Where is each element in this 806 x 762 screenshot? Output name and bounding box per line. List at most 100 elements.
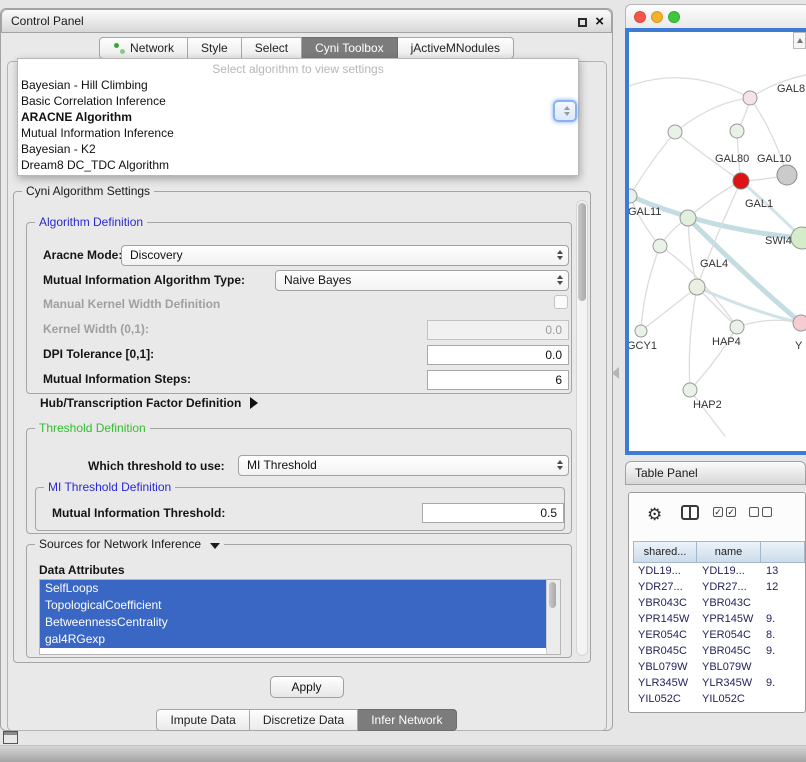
algorithm-combo-focus-ring[interactable] bbox=[553, 100, 577, 122]
table-row[interactable]: YDR27...YDR27...12 bbox=[633, 579, 805, 595]
network-node[interactable] bbox=[777, 165, 797, 185]
network-node[interactable] bbox=[635, 325, 647, 337]
algorithm-option[interactable]: Dream8 DC_TDC Algorithm bbox=[18, 157, 578, 173]
column-header[interactable] bbox=[761, 541, 805, 563]
network-node[interactable] bbox=[793, 315, 806, 331]
table-row[interactable]: YIL052CYIL052C bbox=[633, 691, 805, 707]
network-edge bbox=[697, 287, 801, 323]
zoom-traffic-light[interactable] bbox=[668, 11, 680, 23]
combo-arrows-icon bbox=[557, 460, 563, 470]
deselect-all-columns-icon[interactable] bbox=[749, 507, 772, 517]
tab-select[interactable]: Select bbox=[242, 37, 302, 59]
network-node-label: GAL80 bbox=[715, 153, 749, 165]
network-node[interactable] bbox=[689, 279, 705, 295]
algorithm-option[interactable]: ARACNE Algorithm bbox=[18, 109, 578, 125]
table-row[interactable]: YPR145WYPR145W9. bbox=[633, 611, 805, 627]
mini-titlebar bbox=[4, 732, 17, 735]
network-edge bbox=[690, 390, 725, 436]
network-node[interactable] bbox=[730, 124, 744, 138]
attribute-item[interactable]: BetweennessCentrality bbox=[40, 614, 547, 631]
sources-title-text: Sources for Network Inference bbox=[39, 537, 201, 551]
attributes-scrollbar[interactable] bbox=[546, 580, 560, 654]
split-divider-handle[interactable] bbox=[612, 367, 619, 379]
sources-group-title[interactable]: Sources for Network Inference bbox=[35, 537, 224, 551]
algorithm-option[interactable]: Bayesian - Hill Climbing bbox=[18, 77, 578, 93]
table-settings-gear-icon[interactable]: ⚙ bbox=[647, 505, 662, 525]
control-panel-tabbar: NetworkStyleSelectCyni ToolboxjActiveMNo… bbox=[1, 37, 612, 59]
data-attributes-list[interactable]: SelfLoopsTopologicalCoefficientBetweenne… bbox=[39, 579, 561, 655]
network-node[interactable] bbox=[625, 189, 637, 203]
mi-algorithm-type-value: Naive Bayes bbox=[284, 271, 351, 290]
float-window-icon[interactable] bbox=[578, 18, 587, 27]
network-node[interactable] bbox=[743, 91, 757, 105]
manual-kernel-checkbox[interactable] bbox=[554, 295, 568, 309]
select-all-columns-icon[interactable]: ✓ ✓ bbox=[713, 507, 736, 517]
network-node[interactable] bbox=[680, 210, 696, 226]
algorithm-option[interactable]: Basic Correlation Inference bbox=[18, 93, 578, 109]
network-scroll-up-button[interactable] bbox=[793, 32, 806, 49]
dpi-tolerance-field[interactable]: 0.0 bbox=[427, 345, 569, 365]
threshold-definition-group: Threshold Definition Which threshold to … bbox=[26, 428, 572, 534]
network-canvas[interactable]: GAL8GAL80GAL10GAL11GAL1SWI4GAL4GCY1HAP4Y… bbox=[625, 28, 806, 455]
algorithm-option[interactable]: Mutual Information Inference bbox=[18, 125, 578, 141]
tab-impute-data[interactable]: Impute Data bbox=[156, 709, 249, 731]
column-selector-icon[interactable] bbox=[681, 505, 699, 520]
network-node-label: GAL10 bbox=[757, 153, 791, 165]
mi-algorithm-type-combo[interactable]: Naive Bayes bbox=[275, 270, 569, 291]
tab-jactivemnodules[interactable]: jActiveMNodules bbox=[398, 37, 514, 59]
algorithm-dropdown-placeholder: Select algorithm to view settings bbox=[18, 61, 578, 77]
table-row[interactable]: YBL079WYBL079W bbox=[633, 659, 805, 675]
apply-button[interactable]: Apply bbox=[270, 676, 344, 698]
table-row[interactable]: YDL19...YDL19...13 bbox=[633, 563, 805, 579]
attribute-item[interactable]: TopologicalCoefficient bbox=[40, 597, 547, 614]
network-node[interactable] bbox=[668, 125, 682, 139]
table-cell: YPR145W bbox=[633, 611, 697, 627]
table-cell: YBL079W bbox=[633, 659, 697, 675]
table-panel-titlebar[interactable]: Table Panel bbox=[625, 461, 806, 485]
network-node[interactable] bbox=[730, 320, 744, 334]
tab-cyni-toolbox[interactable]: Cyni Toolbox bbox=[302, 37, 397, 59]
table-row[interactable]: YBR045CYBR045C9. bbox=[633, 643, 805, 659]
settings-scrollbar[interactable] bbox=[576, 200, 588, 656]
aracne-mode-value: Discovery bbox=[130, 246, 183, 265]
network-node-label: GAL4 bbox=[700, 258, 728, 270]
tab-style[interactable]: Style bbox=[188, 37, 242, 59]
network-node[interactable] bbox=[733, 173, 749, 189]
attribute-item[interactable]: SelfLoops bbox=[40, 580, 547, 597]
tab-discretize-data[interactable]: Discretize Data bbox=[250, 709, 358, 731]
control-panel-titlebar[interactable]: Control Panel × bbox=[1, 9, 612, 33]
minimized-window-icon[interactable] bbox=[3, 731, 18, 744]
table-cell: YLR345W bbox=[697, 675, 761, 691]
column-header[interactable]: shared... bbox=[633, 541, 697, 563]
attribute-item[interactable]: gal4RGexp bbox=[40, 631, 547, 648]
table-cell: YLR345W bbox=[633, 675, 697, 691]
which-threshold-combo[interactable]: MI Threshold bbox=[238, 455, 569, 476]
table-cell: YPR145W bbox=[697, 611, 761, 627]
scrollbar-thumb[interactable] bbox=[578, 203, 586, 301]
column-header[interactable]: name bbox=[697, 541, 761, 563]
minimize-traffic-light[interactable] bbox=[651, 11, 663, 23]
network-node-label: GCY1 bbox=[627, 340, 657, 352]
scrollbar-thumb[interactable] bbox=[549, 582, 556, 608]
mi-threshold-field[interactable]: 0.5 bbox=[422, 503, 564, 523]
network-node[interactable] bbox=[683, 383, 697, 397]
up-arrow-icon bbox=[797, 38, 803, 43]
table-row[interactable]: YLR345WYLR345W9. bbox=[633, 675, 805, 691]
mi-threshold-label: Mutual Information Threshold: bbox=[52, 506, 225, 520]
table-row[interactable]: YER054CYER054C8. bbox=[633, 627, 805, 643]
network-node[interactable] bbox=[653, 239, 667, 253]
tab-network[interactable]: Network bbox=[99, 37, 188, 59]
table-cell: 12 bbox=[761, 579, 805, 595]
close-traffic-light[interactable] bbox=[634, 11, 646, 23]
algorithm-option[interactable]: Bayesian - K2 bbox=[18, 141, 578, 157]
cyni-settings-group: Cyni Algorithm Settings Algorithm Defini… bbox=[13, 191, 591, 663]
close-icon[interactable]: × bbox=[595, 15, 604, 29]
kernel-width-field[interactable]: 0.0 bbox=[427, 320, 569, 340]
hub-tf-definition-toggle[interactable]: Hub/Transcription Factor Definition bbox=[40, 396, 258, 410]
mi-steps-field[interactable]: 6 bbox=[427, 370, 569, 390]
cyni-settings-title: Cyni Algorithm Settings bbox=[22, 184, 154, 198]
network-window-titlebar[interactable] bbox=[625, 4, 806, 28]
aracne-mode-combo[interactable]: Discovery bbox=[121, 245, 569, 266]
table-row[interactable]: YBR043CYBR043C bbox=[633, 595, 805, 611]
tab-infer-network[interactable]: Infer Network bbox=[358, 709, 456, 731]
